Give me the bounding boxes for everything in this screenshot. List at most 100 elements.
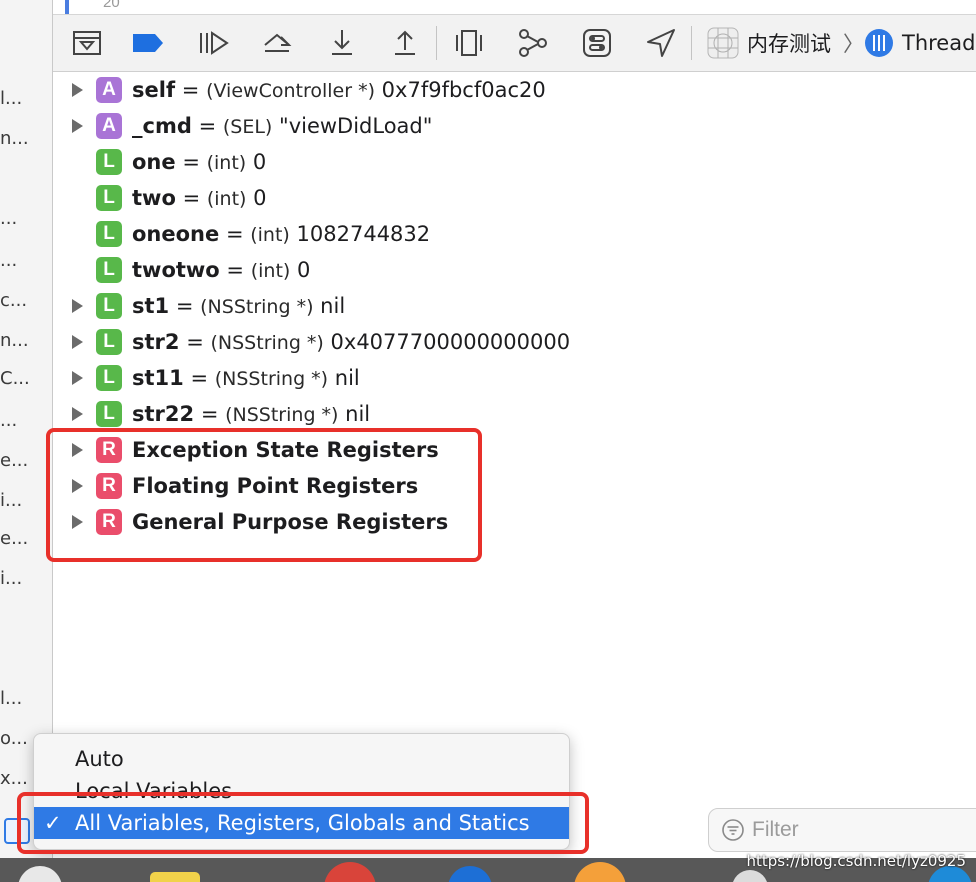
step-into-icon [332, 30, 352, 55]
variable-row[interactable]: Lst1 = (NSString *) nil [53, 288, 976, 324]
navigator-fragment[interactable]: ... [0, 250, 17, 271]
variable-value: 0 [297, 258, 311, 282]
navigator-fragment[interactable]: l... [0, 88, 22, 109]
menu-item-local-variables[interactable]: Local Variables [34, 775, 569, 807]
editor-sliver: 20 [53, 0, 976, 15]
variable-text: st1 = (NSString *) nil [132, 294, 345, 318]
variable-name: two [132, 186, 176, 210]
variable-text: str22 = (NSString *) nil [132, 402, 370, 426]
continue-button[interactable] [195, 25, 231, 61]
navigator-fragment[interactable]: e... [0, 450, 28, 471]
variable-row[interactable]: Ltwotwo = (int) 0 [53, 252, 976, 288]
view-hierarchy-button[interactable] [451, 25, 487, 61]
variable-type: (NSString *) [210, 332, 324, 354]
disclosure-triangle-icon[interactable] [69, 514, 85, 530]
thread-icon-wrap [861, 25, 897, 61]
disclosure-triangle-icon[interactable] [69, 370, 85, 386]
step-out-button[interactable] [387, 25, 423, 61]
view-hierarchy-icon [456, 30, 482, 56]
scope-selector-button[interactable] [4, 818, 30, 844]
variable-type: (int) [250, 224, 290, 246]
variable-value: 0x4077700000000000 [330, 330, 571, 354]
variable-text: self = (ViewController *) 0x7f9fbcf0ac20 [132, 78, 546, 102]
navigator-fragment[interactable]: n... [0, 330, 29, 351]
disclosure-triangle-icon[interactable] [69, 442, 85, 458]
disclosure-triangle-icon[interactable] [69, 478, 85, 494]
hide-debug-area-button[interactable] [69, 25, 105, 61]
variable-equals: = [190, 366, 209, 390]
navigator-fragment[interactable]: ... [0, 208, 17, 229]
navigator-fragment[interactable]: e... [0, 528, 28, 549]
hide-debug-area-icon [73, 31, 101, 55]
disclosure-triangle-icon[interactable] [69, 82, 85, 98]
disclosure-triangle-icon[interactable] [69, 298, 85, 314]
variable-value: 0 [253, 186, 267, 210]
variable-row[interactable]: Lst11 = (NSString *) nil [53, 360, 976, 396]
menu-item-all-variables[interactable]: ✓ All Variables, Registers, Globals and … [34, 807, 569, 839]
filter-field[interactable]: Filter [708, 808, 976, 852]
disclosure-triangle-icon[interactable] [69, 334, 85, 350]
local-badge-icon: L [96, 293, 122, 319]
environment-overrides-button[interactable] [579, 25, 615, 61]
navigator-fragment[interactable]: C... [0, 368, 30, 389]
variable-equals: = [200, 402, 219, 426]
variable-row[interactable]: Loneone = (int) 1082744832 [53, 216, 976, 252]
register-group-row[interactable]: R Floating Point Registers [53, 468, 976, 504]
breadcrumb-thread[interactable]: Thread [902, 25, 975, 61]
register-badge-icon: R [96, 437, 122, 463]
variable-type: (ViewController *) [206, 80, 375, 102]
variable-row[interactable]: Lone = (int) 0 [53, 144, 976, 180]
navigator-fragment[interactable]: i... [0, 490, 22, 511]
variable-equals: = [181, 78, 200, 102]
navigator-fragment[interactable]: l... [0, 688, 22, 709]
simulate-location-button[interactable] [643, 25, 679, 61]
variables-view: Aself = (ViewController *) 0x7f9fbcf0ac2… [53, 72, 976, 832]
register-group-row[interactable]: R General Purpose Registers [53, 504, 976, 540]
navigator-fragment[interactable]: n... [0, 128, 29, 149]
local-badge-icon: L [96, 257, 122, 283]
variable-text: oneone = (int) 1082744832 [132, 222, 430, 246]
menu-item-label: Auto [75, 747, 124, 771]
variable-type: (NSString *) [200, 296, 314, 318]
variable-row[interactable]: Lstr22 = (NSString *) nil [53, 396, 976, 432]
variable-type: (SEL) [222, 116, 273, 138]
breakpoints-toggle-button[interactable] [130, 25, 166, 61]
line-number: 20 [103, 0, 120, 11]
register-badge-icon: R [96, 473, 122, 499]
navigator-fragment[interactable]: o... [0, 728, 28, 749]
breadcrumb-app[interactable]: 内存测试 [747, 25, 831, 61]
variable-value: nil [345, 402, 371, 426]
local-badge-icon: L [96, 329, 122, 355]
variable-text: st11 = (NSString *) nil [132, 366, 360, 390]
variable-row[interactable]: Ltwo = (int) 0 [53, 180, 976, 216]
local-badge-icon: L [96, 401, 122, 427]
menu-item-label: Local Variables [75, 779, 233, 803]
variable-name: oneone [132, 222, 220, 246]
memory-graph-button[interactable] [515, 25, 551, 61]
variable-row[interactable]: Lstr2 = (NSString *) 0x4077700000000000 [53, 324, 976, 360]
variable-equals: = [225, 222, 244, 246]
variable-name: str22 [132, 402, 195, 426]
step-into-button[interactable] [324, 25, 360, 61]
navigator-fragment[interactable]: c... [0, 290, 27, 311]
breakpoints-toggle-icon [133, 34, 163, 52]
menu-item-auto[interactable]: Auto [34, 743, 569, 775]
toolbar-separator [436, 26, 437, 60]
breakpoint-indicator [65, 0, 69, 14]
variable-value: "viewDidLoad" [279, 114, 433, 138]
navigator-fragment[interactable]: i... [0, 568, 22, 589]
app-grid-icon [707, 27, 739, 59]
local-badge-icon: L [96, 365, 122, 391]
variable-row[interactable]: Aself = (ViewController *) 0x7f9fbcf0ac2… [53, 72, 976, 108]
disclosure-triangle-icon[interactable] [69, 406, 85, 422]
variable-equals: = [198, 114, 217, 138]
navigator-fragment[interactable]: x... [0, 768, 28, 789]
register-group-row[interactable]: R Exception State Registers [53, 432, 976, 468]
disclosure-triangle-icon[interactable] [69, 118, 85, 134]
navigator-fragment[interactable]: ... [0, 410, 17, 431]
variable-equals: = [182, 150, 200, 174]
variable-row[interactable]: A _cmd = (SEL) "viewDidLoad" [53, 108, 976, 144]
step-over-button[interactable] [259, 25, 295, 61]
variable-type: (int) [206, 188, 247, 210]
register-group-name: Floating Point Registers [132, 474, 419, 498]
